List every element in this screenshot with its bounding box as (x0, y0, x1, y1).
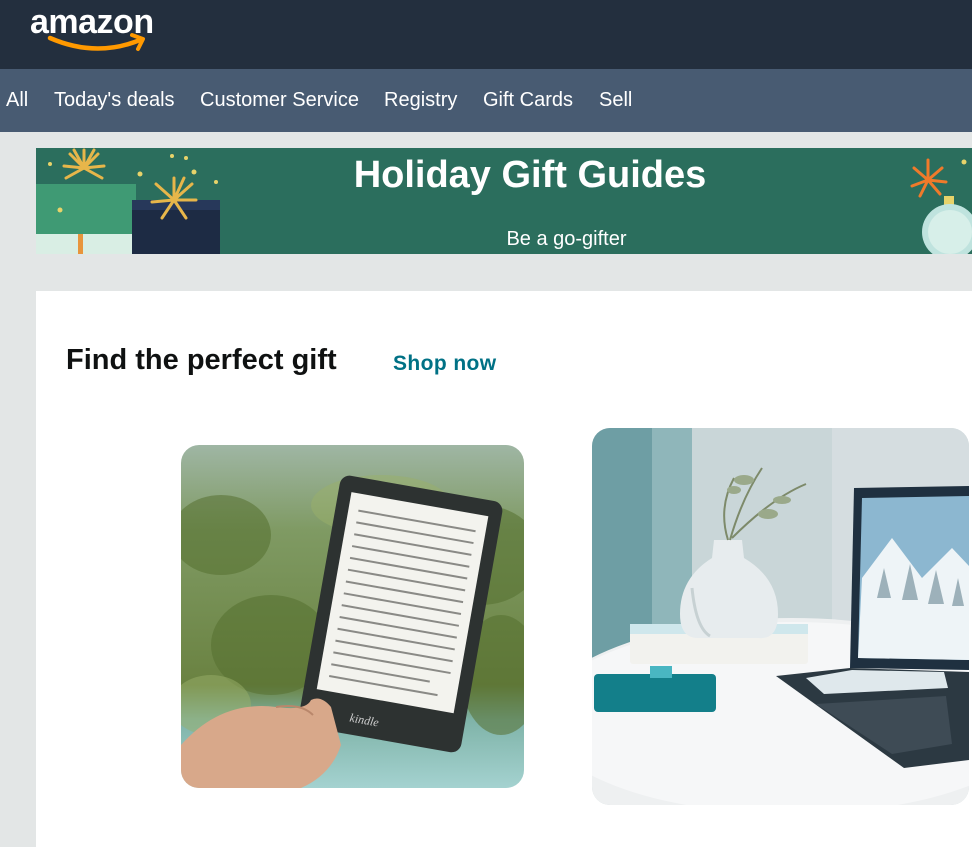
banner-title: Holiday Gift Guides (353, 154, 707, 196)
section-title: Find the perfect gift (66, 344, 337, 376)
nav-item-customer-service[interactable]: Customer Service (200, 69, 359, 132)
kindle-ereader-image[interactable]: kindle (181, 445, 524, 788)
nav-item-all[interactable]: All (6, 69, 28, 132)
nav-item-gift-cards[interactable]: Gift Cards (483, 69, 573, 132)
nav-item-sell[interactable]: Sell (599, 69, 632, 132)
nav-item-registry[interactable]: Registry (384, 69, 457, 132)
top-header: amazon (0, 0, 972, 69)
amazon-logo[interactable]: amazon (30, 2, 170, 60)
nav-item-todays-deals[interactable]: Today's deals (54, 69, 175, 132)
laptop-decor-image[interactable] (592, 428, 969, 805)
smile-arrow-icon (47, 33, 145, 51)
banner-subtitle: Be a go-gifter (506, 228, 627, 250)
nav-bar: All Today's deals Customer Service Regis… (0, 69, 972, 132)
shop-now-link[interactable]: Shop now (393, 352, 497, 376)
